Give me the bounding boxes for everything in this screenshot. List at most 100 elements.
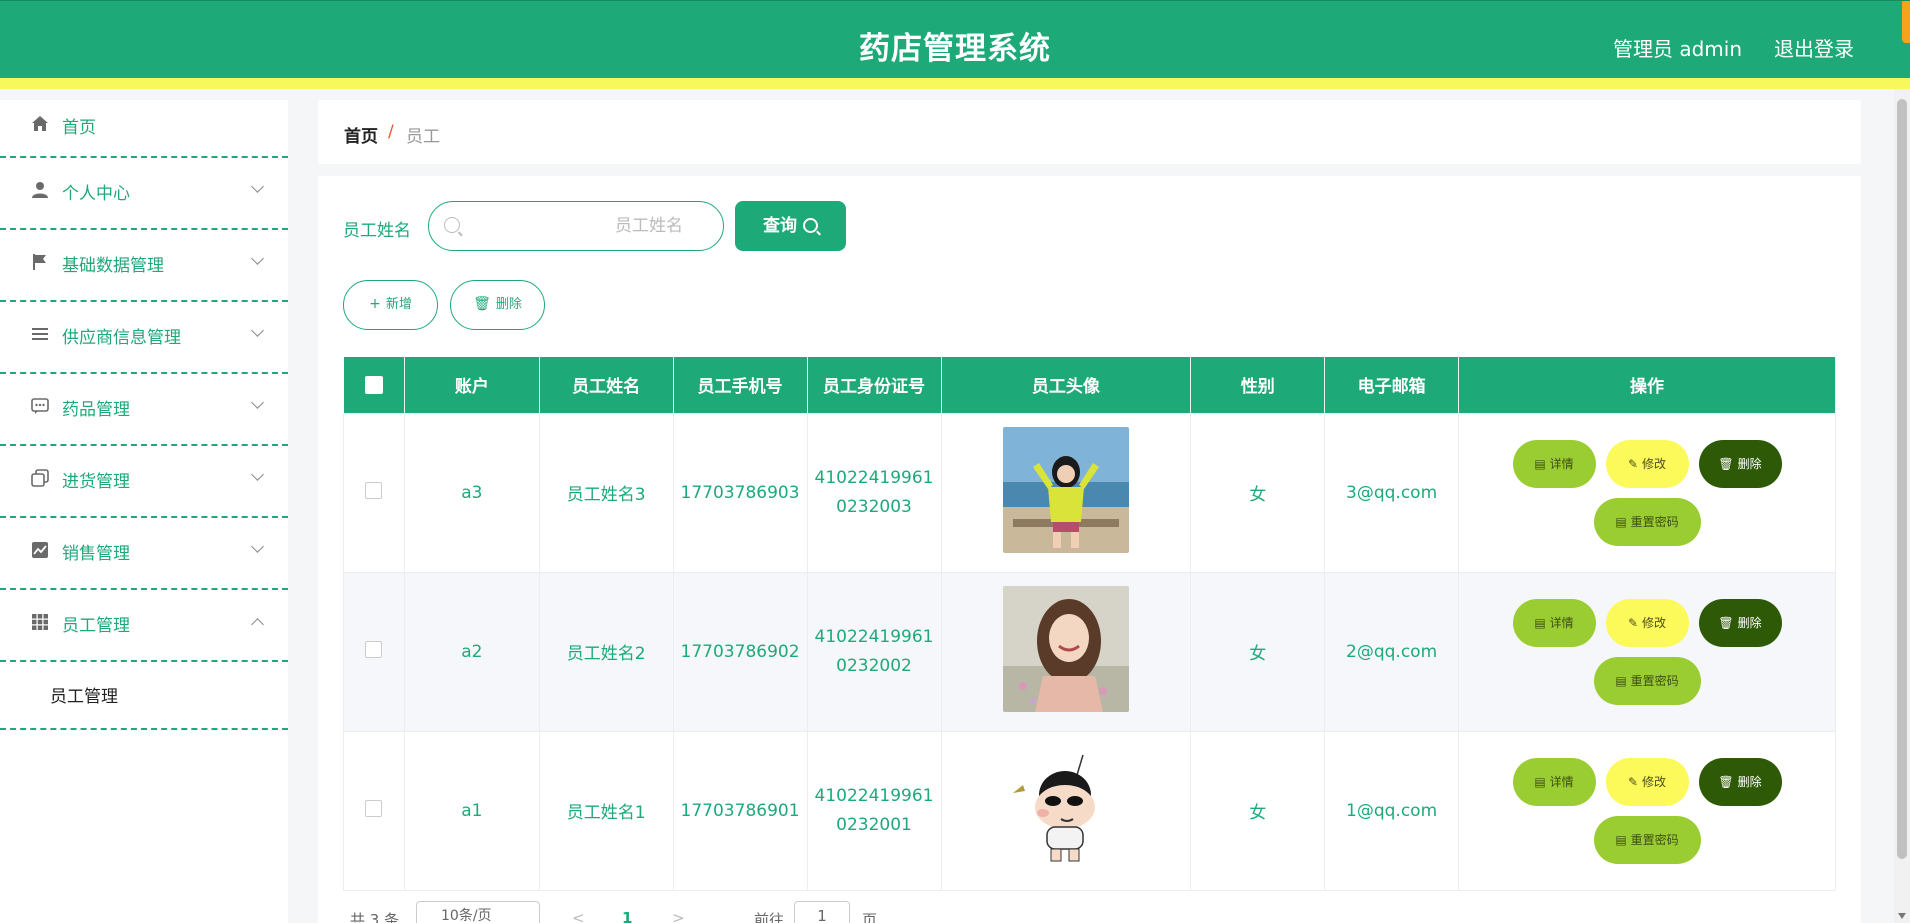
prev-page-button[interactable]: < (572, 909, 585, 923)
chevron-down-icon (251, 180, 264, 193)
row-select-cell[interactable] (343, 571, 405, 732)
delete-button[interactable]: 🗑 删除 (1698, 439, 1782, 488)
cell-id-number: 41022419961 0232002 (806, 571, 942, 732)
detail-label: 详情 (1549, 456, 1574, 471)
row-select-cell[interactable] (343, 730, 405, 891)
sidebar-subitem-label: 员工管理 (50, 687, 118, 707)
document-icon: ▤ (1534, 774, 1546, 789)
edit-button[interactable]: ✎ 修改 (1605, 598, 1689, 647)
sidebar-item-staff[interactable]: 员工管理 (0, 590, 288, 662)
id-part-1: 41022419961 (814, 467, 934, 488)
sidebar-item-profile[interactable]: 个人中心 (0, 158, 288, 230)
cell-id-number: 41022419961 0232003 (806, 412, 942, 573)
search-box[interactable] (428, 201, 724, 251)
goto-page-input[interactable]: 1 (794, 901, 850, 923)
detail-button[interactable]: ▤ 详情 (1512, 439, 1596, 488)
sidebar-item-sales[interactable]: 销售管理 (0, 518, 288, 590)
sidebar-item-label: 销售管理 (62, 544, 130, 564)
reset-label: 重置密码 (1630, 832, 1679, 847)
sidebar-item-supplier[interactable]: 供应商信息管理 (0, 302, 288, 374)
col-email: 电子邮箱 (1324, 357, 1460, 413)
batch-delete-button[interactable]: 🗑 删除 (450, 280, 545, 330)
avatar-image[interactable] (1002, 427, 1129, 553)
avatar-image[interactable] (1002, 586, 1129, 712)
next-page-button[interactable]: > (672, 909, 685, 923)
scrollbar-thumb[interactable] (1897, 99, 1907, 859)
goto-label: 前往 (754, 911, 785, 923)
id-part-2: 0232002 (836, 655, 912, 676)
sidebar: 首页 个人中心 基础数据管理 供应商信息管理 药品管理 进货管理 销售管理 员工… (0, 100, 288, 923)
edit-button[interactable]: ✎ 修改 (1605, 439, 1689, 488)
cell-id-number: 41022419961 0232001 (806, 730, 942, 891)
id-part-1: 41022419961 (814, 785, 934, 806)
scroll-down-arrow[interactable] (1898, 913, 1906, 919)
sidebar-subitem-staff-management[interactable]: 员工管理 (0, 662, 288, 730)
detail-button[interactable]: ▤ 详情 (1512, 757, 1596, 806)
sidebar-item-label: 员工管理 (62, 616, 130, 636)
sidebar-item-base-data[interactable]: 基础数据管理 (0, 230, 288, 302)
chevron-down-icon (251, 540, 264, 553)
trash-icon: 🗑 (1718, 615, 1734, 630)
sidebar-item-label: 首页 (62, 118, 96, 138)
page-unit-label: 页 (862, 911, 878, 923)
delete-label: 删除 (1737, 456, 1762, 471)
add-button[interactable]: + 新增 (343, 280, 438, 330)
reset-password-button[interactable]: ▤ 重置密码 (1593, 815, 1701, 864)
breadcrumb-home[interactable]: 首页 (344, 122, 378, 147)
cell-phone: 17703786903 (672, 412, 808, 573)
pencil-icon: ✎ (1627, 615, 1639, 630)
detail-button[interactable]: ▤ 详情 (1512, 598, 1596, 647)
chevron-down-icon (251, 396, 264, 409)
select-all-checkbox[interactable] (364, 375, 383, 394)
user-icon (30, 180, 50, 200)
message-icon (30, 396, 50, 416)
detail-label: 详情 (1549, 774, 1574, 789)
query-button-label: 查询 (763, 216, 797, 236)
breadcrumb-current: 员工 (406, 127, 440, 147)
add-button-label: 新增 (385, 297, 412, 312)
copy-icon (30, 468, 50, 488)
delete-button[interactable]: 🗑 删除 (1698, 598, 1782, 647)
cell-phone: 17703786902 (672, 571, 808, 732)
sidebar-item-label: 基础数据管理 (62, 256, 164, 276)
cell-actions: ▤ 详情 ✎ 修改 🗑 删除 ▤ 重置密码 (1458, 730, 1836, 891)
page-size-select[interactable]: 10条/页 (416, 901, 540, 923)
reset-password-button[interactable]: ▤ 重置密码 (1593, 656, 1701, 705)
select-all-cell[interactable] (343, 357, 405, 413)
row-checkbox[interactable] (365, 481, 383, 499)
edit-button[interactable]: ✎ 修改 (1605, 757, 1689, 806)
document-icon: ▤ (1615, 514, 1627, 529)
edit-label: 修改 (1642, 774, 1667, 789)
page-number[interactable]: 1 (622, 909, 632, 923)
query-button[interactable]: 查询 (735, 201, 846, 251)
vertical-scrollbar[interactable] (1894, 89, 1910, 923)
admin-user-label: 管理员 admin (1612, 37, 1742, 61)
logout-link[interactable]: 退出登录 (1774, 33, 1854, 62)
chevron-down-icon (251, 324, 264, 337)
table-header-row: 账户 员工姓名 员工手机号 员工身份证号 员工头像 性别 电子邮箱 操作 (343, 357, 1836, 413)
pencil-icon: ✎ (1627, 456, 1639, 471)
avatar-image[interactable] (1002, 745, 1129, 871)
search-input[interactable] (469, 212, 709, 240)
reset-password-button[interactable]: ▤ 重置密码 (1593, 497, 1701, 546)
cell-avatar (940, 412, 1192, 573)
staff-table: 账户 员工姓名 员工手机号 员工身份证号 员工头像 性别 电子邮箱 操作 a3 … (343, 357, 1836, 891)
cell-avatar (940, 571, 1192, 732)
pencil-icon: ✎ (1627, 774, 1639, 789)
sidebar-item-medicine[interactable]: 药品管理 (0, 374, 288, 446)
table-row: a1 员工姓名1 17703786901 41022419961 0232001 (343, 730, 1836, 891)
sidebar-item-purchase[interactable]: 进货管理 (0, 446, 288, 518)
row-checkbox[interactable] (365, 799, 383, 817)
cell-gender: 女 (1190, 412, 1326, 573)
cell-email: 1@qq.com (1324, 730, 1460, 891)
cell-gender: 女 (1190, 730, 1326, 891)
cell-name: 员工姓名2 (538, 571, 674, 732)
delete-button[interactable]: 🗑 删除 (1698, 757, 1782, 806)
table-row: a2 员工姓名2 17703786902 41022419961 0232002 (343, 571, 1836, 732)
sidebar-item-home[interactable]: 首页 (0, 100, 288, 158)
row-checkbox[interactable] (365, 640, 383, 658)
edit-label: 修改 (1642, 456, 1667, 471)
reset-label: 重置密码 (1630, 673, 1679, 688)
row-select-cell[interactable] (343, 412, 405, 573)
table-row: a3 员工姓名3 17703786903 41022419961 0232003 (343, 412, 1836, 573)
